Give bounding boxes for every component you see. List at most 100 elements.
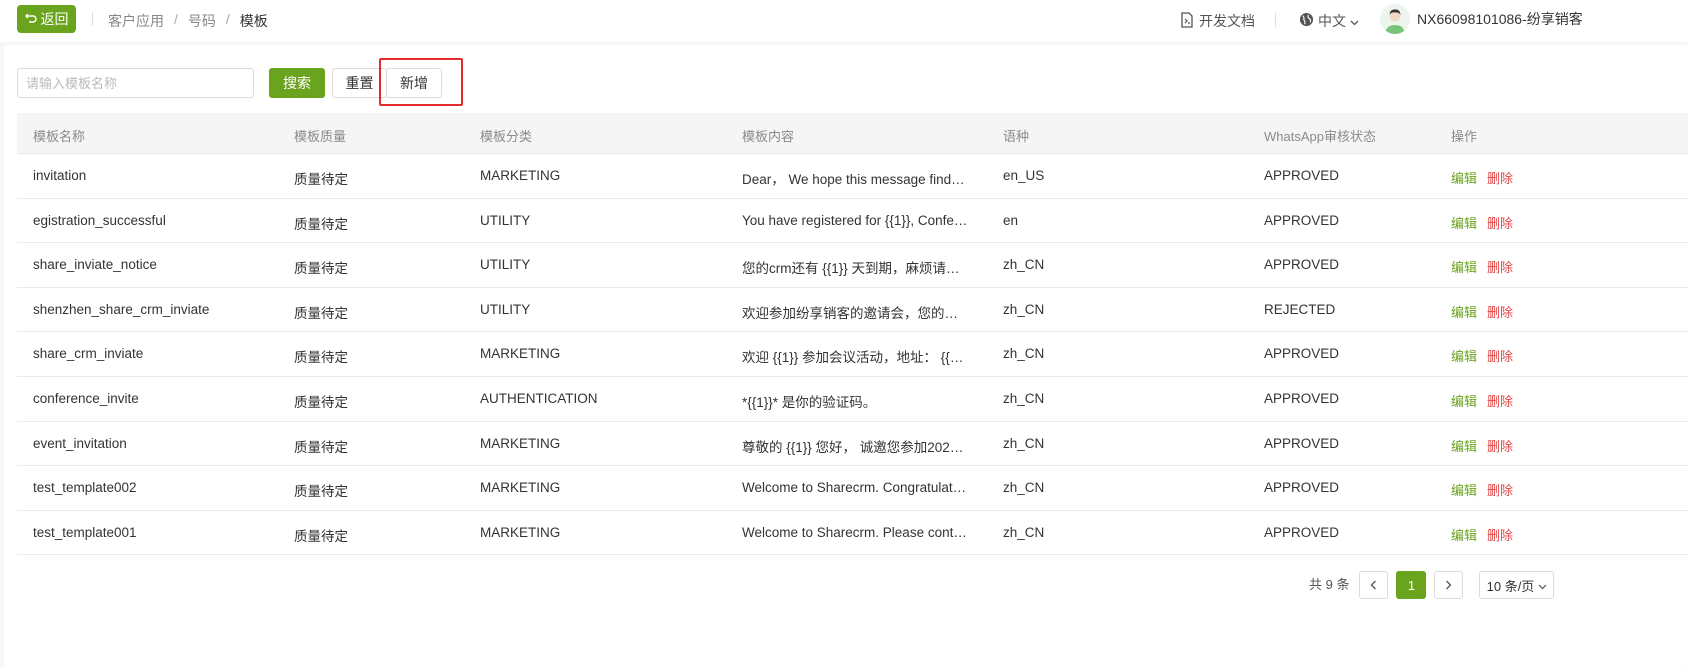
cell-category: UTILITY [480, 301, 531, 317]
col-header-actions: 操作 [1451, 129, 1478, 144]
cell-name: invitation [33, 168, 87, 183]
dev-docs-link[interactable]: 开发文档 [1180, 11, 1255, 31]
edit-link[interactable]: 编辑 [1451, 436, 1477, 455]
cell-quality: 质量待定 [294, 216, 348, 232]
divider [92, 12, 93, 26]
prev-page-button[interactable] [1359, 571, 1389, 599]
language-selector[interactable]: 中文 [1299, 11, 1359, 31]
breadcrumb-item-templates: 模板 [239, 13, 268, 29]
user-name: NX66098101086-纷享销客 [1417, 11, 1583, 27]
cell-status: APPROVED [1264, 168, 1340, 183]
chevron-left-icon [1370, 578, 1377, 593]
cell-category: MARKETING [480, 435, 561, 451]
delete-link[interactable]: 删除 [1487, 257, 1513, 276]
cell-content: 尊敬的 {{1}} 您好， 诚邀您参加2024年度 [742, 439, 968, 455]
cell-language: zh_CN [1003, 390, 1045, 406]
cell-category: MARKETING [480, 480, 561, 496]
edit-link[interactable]: 编辑 [1451, 257, 1477, 276]
dev-docs-label: 开发文档 [1199, 13, 1255, 29]
cell-status: APPROVED [1264, 257, 1340, 273]
cell-quality: 质量待定 [294, 172, 348, 187]
cell-category: AUTHENTICATION [480, 390, 598, 406]
delete-link[interactable]: 删除 [1487, 213, 1513, 232]
edit-link[interactable]: 编辑 [1451, 213, 1477, 232]
chevron-down-icon [1538, 578, 1547, 593]
col-header-category: 模板分类 [480, 129, 533, 144]
cell-content: 欢迎 {{1}} 参加会议活动，地址： {{2}} 时间 [742, 350, 968, 366]
cell-language: en [1003, 212, 1019, 228]
search-button[interactable]: 搜索 [269, 68, 325, 98]
breadcrumb-item-apps[interactable]: 客户应用 [108, 11, 164, 31]
breadcrumb: 客户应用 / 号码 / 模板 [108, 11, 268, 31]
cell-quality: 质量待定 [294, 439, 348, 455]
cell-language: zh_CN [1003, 257, 1045, 273]
avatar [1380, 4, 1410, 34]
delete-link[interactable]: 删除 [1487, 302, 1513, 321]
cell-content: 您的crm还有 {{1}} 天到期，麻烦请您及时续费 [742, 261, 968, 277]
cell-status: APPROVED [1264, 390, 1340, 406]
cell-language: zh_CN [1003, 301, 1045, 317]
col-header-quality: 模板质量 [294, 129, 347, 144]
cell-status: APPROVED [1264, 480, 1340, 496]
back-label: 返回 [40, 11, 69, 27]
delete-link[interactable]: 删除 [1487, 391, 1513, 410]
edit-link[interactable]: 编辑 [1451, 302, 1477, 321]
col-header-status: WhatsApp审核状态 [1264, 129, 1376, 144]
cell-category: UTILITY [480, 257, 531, 273]
back-button[interactable]: 返回 [17, 5, 76, 33]
cell-language: zh_CN [1003, 435, 1045, 451]
cell-content: Dear， We hope this message finds you wel… [742, 172, 968, 187]
user-menu[interactable]: NX66098101086-纷享销客 [1380, 4, 1583, 34]
cell-content: 欢迎参加纷享销客的邀请会，您的参会码 [742, 305, 968, 321]
cell-status: APPROVED [1264, 346, 1340, 362]
cell-name: share_inviate_notice [33, 257, 157, 273]
template-name-search-input[interactable] [17, 68, 254, 98]
cell-quality: 质量待定 [294, 261, 348, 277]
table-header: 模板名称 模板质量 模板分类 模板内容 语种 WhatsApp审核状态 操作 [17, 113, 1688, 154]
delete-link[interactable]: 删除 [1487, 480, 1513, 499]
table-row: test_template002 质量待定 MARKETING Welcome … [17, 466, 1688, 511]
edit-link[interactable]: 编辑 [1451, 525, 1477, 544]
cell-content: Welcome to Sharecrm. Congratulations on [742, 480, 968, 496]
cell-category: MARKETING [480, 168, 561, 183]
breadcrumb-item-numbers[interactable]: 号码 [188, 11, 216, 31]
next-page-button[interactable] [1434, 571, 1464, 599]
cell-name: test_template002 [33, 480, 137, 496]
page-size-label: 10 条/页 [1486, 578, 1535, 594]
cell-name: test_template001 [33, 524, 137, 540]
delete-link[interactable]: 删除 [1487, 525, 1513, 544]
breadcrumb-separator: / [225, 11, 230, 27]
edit-link[interactable]: 编辑 [1451, 168, 1477, 187]
edit-link[interactable]: 编辑 [1451, 391, 1477, 410]
page-size-select[interactable]: 10 条/页 [1479, 571, 1555, 599]
cell-quality: 质量待定 [294, 484, 348, 500]
cell-quality: 质量待定 [294, 350, 348, 366]
annotation-highlight-box [379, 58, 463, 106]
col-header-language: 语种 [1003, 129, 1030, 144]
edit-link[interactable]: 编辑 [1451, 346, 1477, 365]
delete-link[interactable]: 删除 [1487, 436, 1513, 455]
cell-content: Welcome to Sharecrm. Please contact us [742, 524, 968, 540]
table-row: share_crm_inviate 质量待定 MARKETING 欢迎 {{1}… [17, 332, 1688, 377]
page-number-current[interactable]: 1 [1396, 571, 1427, 599]
top-bar: 返回 客户应用 / 号码 / 模板 开发文档 中文 NX66098101086-… [0, 0, 1688, 42]
cell-language: zh_CN [1003, 480, 1045, 496]
edit-link[interactable]: 编辑 [1451, 480, 1477, 499]
cell-quality: 质量待定 [294, 305, 348, 321]
cell-content: *{{1}}* 是你的验证码。 [742, 394, 877, 410]
cell-language: en_US [1003, 168, 1045, 183]
table-row: test_template001 质量待定 MARKETING Welcome … [17, 510, 1688, 556]
delete-link[interactable]: 删除 [1487, 168, 1513, 187]
templates-table: 模板名称 模板质量 模板分类 模板内容 语种 WhatsApp审核状态 操作 i… [17, 113, 1688, 556]
cell-quality: 质量待定 [294, 394, 348, 410]
cell-name: egistration_successful [33, 212, 166, 228]
table-row: conference_invite 质量待定 AUTHENTICATION *{… [17, 376, 1688, 422]
divider [1275, 13, 1276, 27]
cell-category: UTILITY [480, 212, 531, 228]
document-icon [1180, 11, 1194, 31]
breadcrumb-separator: / [174, 11, 178, 27]
table-row: share_inviate_notice 质量待定 UTILITY 您的crm还… [17, 243, 1688, 288]
col-header-content: 模板内容 [742, 129, 795, 144]
total-count: 共 9 条 [1309, 577, 1350, 592]
delete-link[interactable]: 删除 [1487, 346, 1513, 365]
